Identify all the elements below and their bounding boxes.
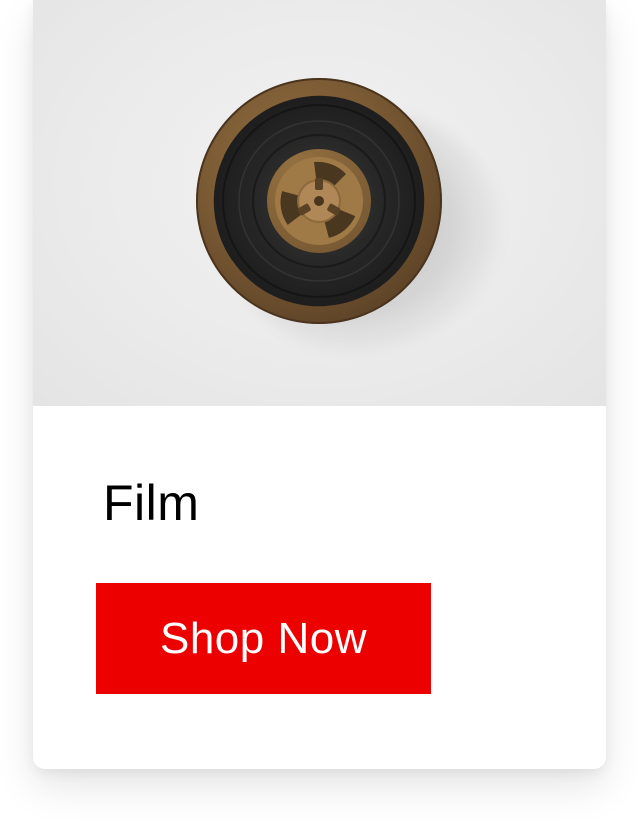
product-image[interactable]	[33, 0, 606, 406]
film-reel-icon	[196, 78, 442, 324]
shop-now-button[interactable]: Shop Now	[96, 583, 431, 694]
shop-now-button-label: Shop Now	[159, 613, 367, 663]
card-title: Film	[103, 475, 200, 531]
page: Film Shop Now	[0, 0, 638, 834]
product-card[interactable]: Film Shop Now	[33, 0, 606, 769]
